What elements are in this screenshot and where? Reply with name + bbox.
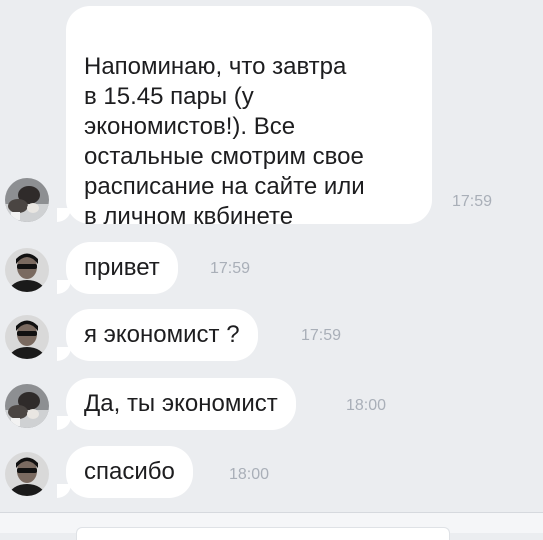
message-text: Да, ты экономист	[84, 390, 278, 417]
message-time: 18:00	[229, 466, 270, 483]
message-list[interactable]: Напоминаю, что завтра в 15.45 пары (у эк…	[0, 0, 543, 512]
avatar[interactable]	[5, 452, 49, 496]
avatar[interactable]	[5, 178, 49, 222]
message-time: 18:00	[346, 397, 387, 414]
avatar[interactable]	[5, 248, 49, 292]
message-time: 17:59	[301, 327, 342, 344]
message-text: я экономист ?	[84, 321, 240, 348]
avatar[interactable]	[5, 384, 49, 428]
avatar-photo-icon	[5, 384, 49, 428]
bubble-tail	[57, 347, 71, 361]
message-bubble[interactable]: спасибо	[66, 446, 193, 498]
avatar-photo-icon	[5, 452, 49, 496]
avatar-photo-icon	[5, 315, 49, 359]
message-bubble[interactable]: привет	[66, 242, 178, 294]
bubble-tail	[57, 416, 71, 430]
message-text: спасибо	[84, 458, 175, 485]
message-input[interactable]	[76, 527, 450, 540]
avatar-photo-icon	[5, 178, 49, 222]
bubble-tail	[57, 484, 71, 498]
avatar-photo-icon	[5, 248, 49, 292]
bubble-tail	[57, 208, 71, 222]
message-time: 17:59	[452, 193, 493, 210]
message-bubble[interactable]: я экономист ?	[66, 309, 258, 361]
message-bubble[interactable]: Да, ты экономист	[66, 378, 296, 430]
message-text: привет	[84, 254, 160, 281]
message-text: Напоминаю, что завтра в 15.45 пары (у эк…	[84, 53, 365, 230]
bubble-tail	[57, 280, 71, 294]
avatar[interactable]	[5, 315, 49, 359]
composer-bar	[0, 512, 543, 540]
message-bubble[interactable]: Напоминаю, что завтра в 15.45 пары (у эк…	[66, 6, 432, 230]
message-time: 17:59	[210, 260, 251, 277]
